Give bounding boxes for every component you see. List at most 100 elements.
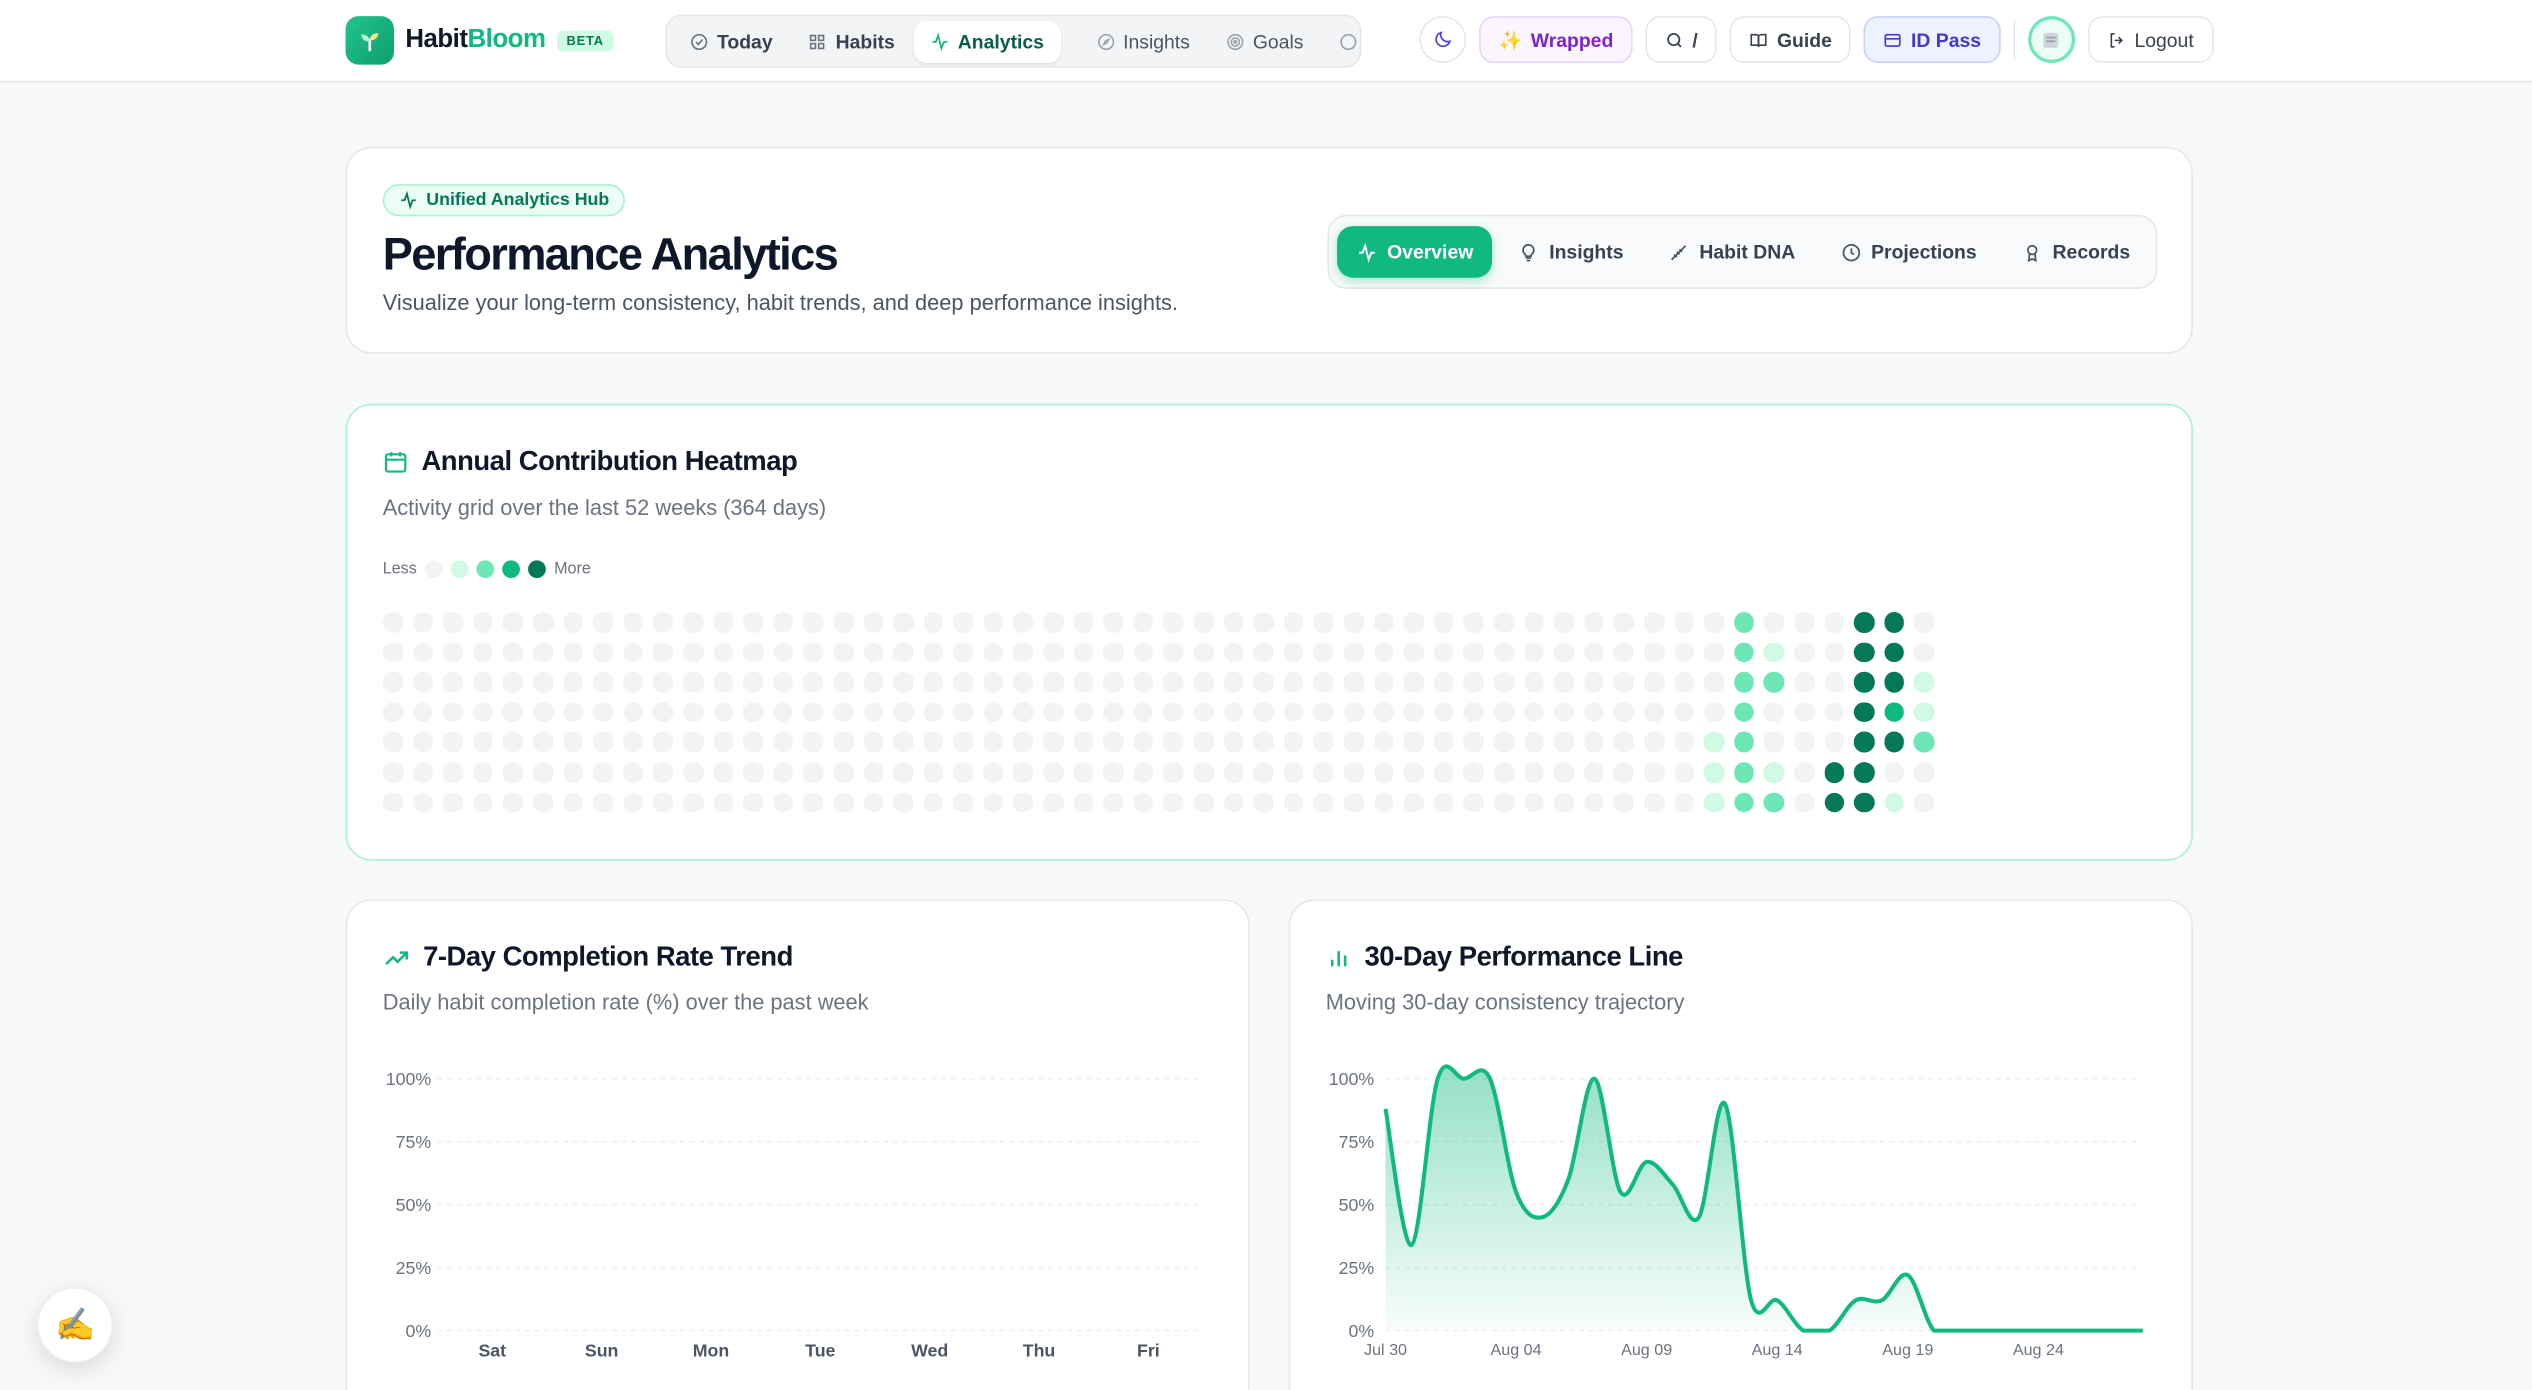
heatmap-cell xyxy=(1883,612,1905,633)
heatmap-cell xyxy=(743,762,764,783)
heatmap-cell xyxy=(1163,642,1184,663)
data-point[interactable] xyxy=(1663,1175,1682,1194)
sparkles-icon: ✨ xyxy=(1498,28,1523,51)
data-point[interactable] xyxy=(1924,1321,1943,1340)
data-point[interactable] xyxy=(1976,1321,1995,1340)
nav-item-goals[interactable]: Goals xyxy=(1209,20,1319,62)
heatmap-cell xyxy=(382,612,404,633)
heatmap-cell xyxy=(1403,732,1424,753)
heatmap-cell xyxy=(442,702,464,723)
heatmap-cell xyxy=(833,612,854,633)
heatmap-cell xyxy=(1823,732,1845,753)
logout-button[interactable]: Logout xyxy=(2087,16,2214,63)
tab-insights[interactable]: Insights xyxy=(1499,226,1643,278)
data-point[interactable] xyxy=(1559,1170,1578,1189)
clock-icon xyxy=(1842,243,1860,261)
heatmap-cell xyxy=(1013,612,1034,633)
heatmap-cell xyxy=(652,612,674,633)
data-point[interactable] xyxy=(2055,1321,2074,1340)
search-button[interactable]: / xyxy=(1645,16,1718,63)
nav-item-analytics[interactable]: Analytics xyxy=(914,20,1061,63)
nav-item-today[interactable]: Today xyxy=(673,20,788,62)
y-tick-label: 25% xyxy=(396,1258,432,1278)
nav-item-habits[interactable]: Habits xyxy=(792,20,911,62)
data-point[interactable] xyxy=(1794,1321,1813,1340)
weekly-trend-card: 7-Day Completion Rate Trend Daily habit … xyxy=(345,899,1250,1390)
heatmap-cell xyxy=(1103,702,1124,723)
data-point[interactable] xyxy=(1533,1208,1552,1227)
heatmap-cell xyxy=(1673,792,1695,813)
brand[interactable]: HabitBloom BETA xyxy=(345,16,614,65)
data-point[interactable] xyxy=(2133,1321,2152,1340)
heatmap-cell xyxy=(1613,762,1635,783)
data-point[interactable] xyxy=(1689,1208,1708,1227)
data-point[interactable] xyxy=(1820,1321,1839,1340)
heatmap-cell xyxy=(532,612,554,633)
heatmap-cell xyxy=(1583,792,1605,813)
heatmap-title-text: Annual Contribution Heatmap xyxy=(421,445,798,477)
data-point[interactable] xyxy=(1637,1152,1656,1171)
x-tick-label: Sun xyxy=(585,1340,619,1360)
data-point[interactable] xyxy=(1376,1099,1395,1118)
heatmap-cell xyxy=(532,732,554,753)
heatmap-cell xyxy=(1073,732,1094,753)
heatmap-cell xyxy=(562,672,584,693)
heatmap-cell xyxy=(562,792,584,813)
data-point[interactable] xyxy=(1950,1321,1969,1340)
heatmap-cell xyxy=(983,672,1004,693)
data-point[interactable] xyxy=(1428,1069,1447,1088)
data-point[interactable] xyxy=(1506,1182,1525,1201)
compass-icon xyxy=(1097,33,1114,50)
heatmap-cell xyxy=(592,762,614,783)
heatmap-cell xyxy=(1163,702,1184,723)
feedback-fab-button[interactable]: ✍️ xyxy=(37,1286,114,1363)
heatmap-cell xyxy=(1133,792,1154,813)
heatmap-cell xyxy=(1733,702,1755,723)
data-point[interactable] xyxy=(1480,1069,1499,1088)
heatmap-cell xyxy=(1373,762,1394,783)
tab-records[interactable]: Records xyxy=(2003,226,2150,278)
heatmap-cell xyxy=(1043,702,1064,723)
data-point[interactable] xyxy=(2081,1321,2100,1340)
heatmap-cell xyxy=(1853,672,1875,693)
heatmap-cell xyxy=(1763,732,1785,753)
data-point[interactable] xyxy=(1611,1182,1630,1201)
tab-habit-dna[interactable]: Habit DNA xyxy=(1649,226,1814,278)
avatar[interactable] xyxy=(2027,16,2075,63)
heatmap-cell xyxy=(1313,642,1334,663)
data-point[interactable] xyxy=(2003,1321,2022,1340)
data-point[interactable] xyxy=(2029,1321,2048,1340)
data-point[interactable] xyxy=(1768,1291,1787,1310)
data-point[interactable] xyxy=(2107,1321,2126,1340)
heatmap-cell xyxy=(1463,732,1484,753)
heatmap-cell xyxy=(442,642,464,663)
heatmap-cell xyxy=(1133,732,1154,753)
legend-swatch-1 xyxy=(450,560,469,579)
data-point[interactable] xyxy=(1872,1291,1891,1310)
data-point[interactable] xyxy=(1454,1069,1473,1088)
nav-item-insights[interactable]: Insights xyxy=(1079,20,1206,62)
nav-overflow-item[interactable] xyxy=(1323,22,1360,61)
id-pass-button[interactable]: ID Pass xyxy=(1864,16,2001,63)
heatmap-cell xyxy=(923,732,944,753)
data-point[interactable] xyxy=(1898,1265,1917,1284)
data-point[interactable] xyxy=(1585,1069,1604,1088)
heatmap-cell xyxy=(532,792,554,813)
wrapped-button[interactable]: ✨ Wrapped xyxy=(1479,16,1633,63)
guide-button[interactable]: Guide xyxy=(1730,16,1852,63)
tab-projections[interactable]: Projections xyxy=(1821,226,1996,278)
data-point[interactable] xyxy=(1846,1291,1865,1310)
data-point[interactable] xyxy=(1715,1094,1734,1113)
heatmap-cell xyxy=(1403,702,1424,723)
heatmap-cell xyxy=(1583,672,1605,693)
heatmap-cell xyxy=(1853,642,1875,663)
theme-toggle-button[interactable] xyxy=(1419,16,1467,63)
heatmap-cell xyxy=(1073,612,1094,633)
heatmap-cell xyxy=(1433,762,1454,783)
data-point[interactable] xyxy=(1402,1235,1421,1254)
trending-up-icon xyxy=(385,950,408,965)
data-point[interactable] xyxy=(1741,1291,1760,1310)
heatmap-cell xyxy=(1163,612,1184,633)
heatmap-cell xyxy=(1043,612,1064,633)
tab-overview[interactable]: Overview xyxy=(1337,226,1493,278)
